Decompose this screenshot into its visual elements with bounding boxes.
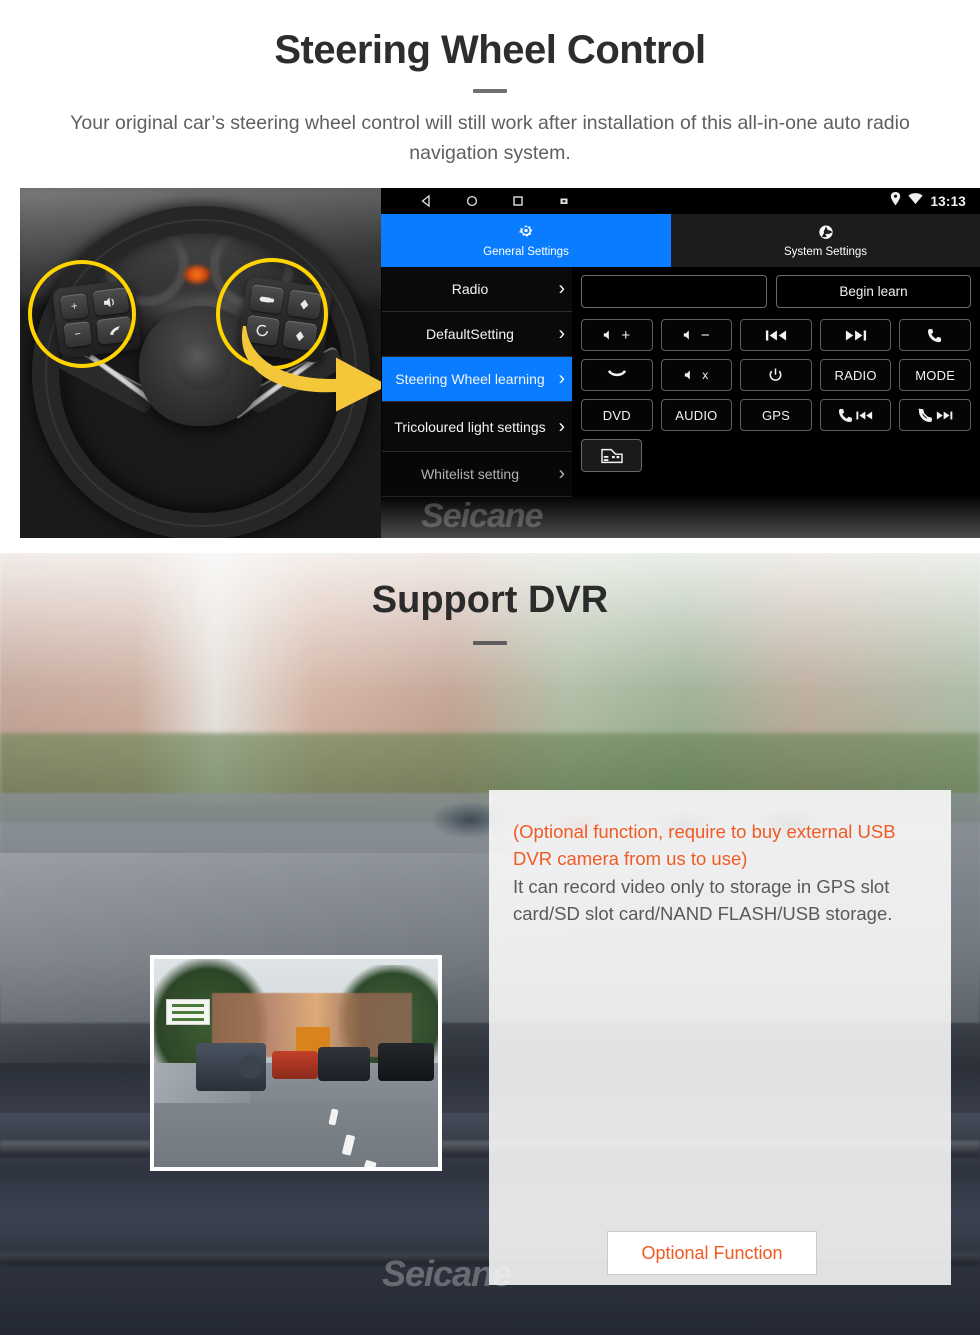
steering-wheel-photo: + − (20, 188, 381, 538)
wifi-icon (908, 192, 924, 210)
menu-item-default-setting[interactable]: DefaultSetting › (382, 312, 572, 357)
recents-square-icon[interactable] (511, 194, 525, 208)
preview-car-suv (196, 1043, 266, 1091)
steering-learn-pane: Begin learn + − x RADIO MODE DVD AUDIO G… (572, 267, 980, 538)
home-circle-icon[interactable] (465, 194, 479, 208)
preview-road-sign (166, 999, 210, 1025)
menu-item-label: DefaultSetting (426, 326, 514, 342)
watermark-seicane: Seicane (421, 497, 544, 535)
airbag-center (174, 338, 232, 390)
button-callend-next[interactable] (899, 399, 971, 431)
call-hangup-icon (918, 408, 932, 422)
system-settings-icon (818, 225, 833, 239)
button-dvd[interactable]: DVD (581, 399, 653, 431)
call-answer-icon (927, 328, 941, 342)
section2-divider (473, 641, 507, 645)
volume-up-icon (604, 330, 610, 340)
button-volume-up[interactable]: + (581, 319, 653, 351)
learn-function-grid: + − x RADIO MODE DVD AUDIO GPS (581, 319, 971, 431)
title-divider (473, 89, 507, 93)
dvr-info-card: (Optional function, require to buy exter… (489, 790, 951, 1285)
page-title: Steering Wheel Control (274, 28, 706, 72)
volume-down-icon (683, 330, 689, 340)
button-audio[interactable]: AUDIO (660, 399, 733, 431)
button-power[interactable] (740, 359, 812, 391)
car-front-icon (600, 448, 623, 463)
tab-general-settings-label: General Settings (483, 246, 569, 258)
tab-general-settings[interactable]: General Settings (381, 214, 671, 267)
menu-item-steering-wheel-learning[interactable]: Steering Wheel learning › (382, 357, 572, 402)
product-feature-page: Steering Wheel Control Your original car… (0, 0, 980, 1335)
menu-item-label: Radio (451, 281, 489, 297)
location-pin-icon (890, 191, 901, 211)
button-call-hangup[interactable] (581, 359, 653, 391)
button-mute[interactable]: x (660, 359, 733, 391)
pointer-arrow (232, 314, 381, 431)
tab-system-settings[interactable]: System Settings (671, 214, 980, 267)
status-time: 13:13 (930, 193, 966, 209)
button-radio[interactable]: RADIO (819, 359, 892, 391)
previous-track-icon (856, 411, 873, 419)
button-next-track[interactable] (819, 319, 892, 351)
optional-function-button[interactable]: Optional Function (607, 1231, 817, 1275)
brightness-gear-icon (518, 225, 533, 237)
highlight-circle-left (28, 260, 136, 368)
settings-tab-bar: General Settings System Settings (381, 214, 980, 267)
mute-icon (685, 370, 691, 380)
back-triangle-icon[interactable] (419, 194, 433, 208)
previous-track-icon (765, 329, 787, 341)
button-volume-down[interactable]: − (660, 319, 733, 351)
next-track-icon (845, 329, 866, 341)
menu-item-label: Tricoloured light settings (394, 418, 546, 435)
button-call-previous[interactable] (819, 399, 892, 431)
head-unit-screen: 13:13 General Settings System Settings R… (381, 188, 980, 538)
call-answer-icon (839, 408, 853, 422)
steering-wheel-figure: + − 13:13 General Settings System Settin… (20, 188, 980, 538)
menu-item-tricoloured-light-settings[interactable]: Tricoloured light settings › (382, 402, 572, 452)
steering-wheel-section-header: Steering Wheel Control Your original car… (0, 0, 980, 188)
android-status-bar: 13:13 (381, 188, 980, 214)
power-icon (769, 368, 782, 381)
dvr-info-text: (Optional function, require to buy exter… (513, 818, 931, 927)
menu-item-label: Steering Wheel learning (395, 371, 545, 387)
chevron-right-icon: › (558, 416, 565, 437)
button-previous-track[interactable] (740, 319, 812, 351)
chevron-right-icon: › (558, 368, 565, 390)
preview-lane-dash (362, 1159, 377, 1167)
screenshot-icon[interactable] (557, 194, 571, 208)
dvr-optional-note: (Optional function, require to buy exter… (513, 821, 896, 869)
preview-car-red (272, 1051, 318, 1079)
button-gps[interactable]: GPS (740, 399, 812, 431)
button-call-answer[interactable] (899, 319, 971, 351)
chevron-right-icon: › (558, 463, 565, 485)
menu-item-whitelist-setting[interactable]: Whitelist setting › (382, 452, 572, 497)
call-hangup-icon (607, 370, 626, 377)
preview-car-right (378, 1043, 434, 1081)
begin-learn-button[interactable]: Begin learn (776, 275, 971, 308)
menu-item-radio[interactable]: Radio › (382, 267, 572, 312)
dvr-storage-note: It can record video only to storage in G… (513, 876, 893, 924)
menu-item-label: Whitelist setting (420, 466, 520, 482)
next-track-icon (936, 411, 953, 419)
section-subtitle: Your original car’s steering wheel contr… (70, 112, 910, 164)
watermark-seicane-bottom: Seicane (382, 1253, 512, 1294)
dashcam-recording-preview (150, 955, 442, 1171)
car-settings-button[interactable] (581, 439, 642, 472)
section2-title: Support DVR (371, 579, 609, 621)
learn-top-row: Begin learn (581, 275, 971, 308)
chevron-right-icon: › (558, 323, 565, 345)
learn-code-input[interactable] (581, 275, 767, 308)
chevron-right-icon: › (558, 278, 565, 300)
button-mode[interactable]: MODE (899, 359, 971, 391)
preview-car-dark (318, 1047, 370, 1081)
tab-system-settings-label: System Settings (783, 246, 868, 258)
